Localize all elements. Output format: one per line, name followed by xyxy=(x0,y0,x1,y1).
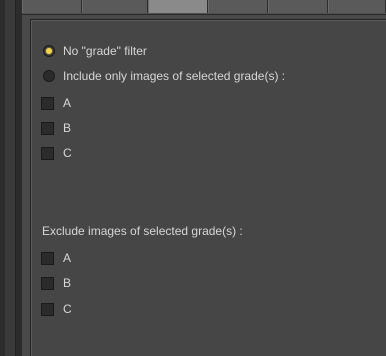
grade-label: A xyxy=(63,251,72,265)
checkbox[interactable] xyxy=(41,121,54,135)
exclude-grade-a[interactable]: A xyxy=(41,250,71,266)
checkbox[interactable] xyxy=(41,276,54,290)
grade-label: C xyxy=(63,302,72,316)
left-edge xyxy=(5,0,16,356)
no-filter-label: No "grade" filter xyxy=(63,44,147,58)
include-label: Include only images of selected grade(s)… xyxy=(63,69,286,83)
tab-active[interactable] xyxy=(148,0,208,13)
radio-button[interactable] xyxy=(43,70,55,82)
include-grade-c[interactable]: C xyxy=(41,145,72,161)
exclude-grade-c[interactable]: C xyxy=(41,301,72,317)
grade-label: C xyxy=(63,146,72,160)
checkbox[interactable] xyxy=(41,96,54,110)
grade-label: B xyxy=(63,276,72,290)
checkbox[interactable] xyxy=(41,146,54,160)
radio-no-filter[interactable]: No "grade" filter xyxy=(43,43,147,59)
include-grade-a[interactable]: A xyxy=(41,95,71,111)
radio-button-selected[interactable] xyxy=(43,45,55,57)
grade-filter-panel: No "grade" filter Include only images of… xyxy=(30,19,386,356)
exclude-heading: Exclude images of selected grade(s) : xyxy=(42,223,243,239)
grade-label: B xyxy=(63,121,72,135)
tab-4[interactable] xyxy=(208,0,268,13)
include-grade-b[interactable]: B xyxy=(41,120,71,136)
tab-6[interactable] xyxy=(328,0,386,13)
tab-2[interactable] xyxy=(82,0,148,13)
exclude-grade-b[interactable]: B xyxy=(41,275,71,291)
checkbox[interactable] xyxy=(41,302,54,316)
left-strip xyxy=(0,0,22,356)
exclude-label: Exclude images of selected grade(s) : xyxy=(42,224,243,238)
checkbox[interactable] xyxy=(41,251,54,265)
tab-1[interactable] xyxy=(22,0,82,13)
radio-include-grades[interactable]: Include only images of selected grade(s)… xyxy=(43,68,285,84)
grade-label: A xyxy=(63,96,72,110)
tab-5[interactable] xyxy=(268,0,328,13)
tab-bar xyxy=(22,0,386,15)
